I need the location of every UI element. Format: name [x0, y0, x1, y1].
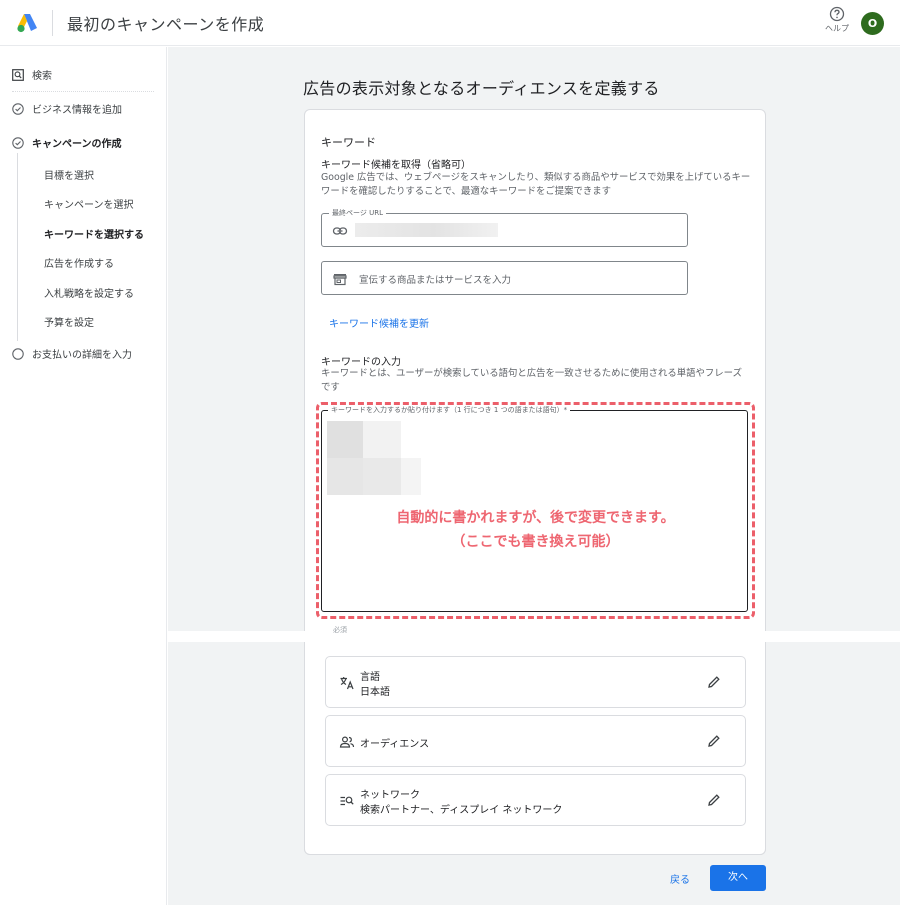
sidebar-substep[interactable]: キャンペーンを選択: [44, 196, 134, 211]
network-value: 検索パートナー、ディスプレイ ネットワーク: [360, 805, 563, 816]
sidebar-substep[interactable]: 目標を選択: [44, 167, 94, 182]
annotation-text: （ここでも書き換え可能）: [451, 534, 620, 550]
screenshot-seam: [168, 631, 900, 642]
pencil-icon[interactable]: [706, 792, 722, 808]
network-icon: [340, 796, 354, 806]
network-setting-row[interactable]: ネットワーク 検索パートナー、ディスプレイ ネットワーク: [325, 774, 746, 826]
check-circle-icon: [12, 102, 24, 115]
product-service-input[interactable]: 宣伝する商品またはサービスを入力: [321, 261, 688, 295]
translate-icon: [340, 677, 354, 690]
back-button[interactable]: 戻る: [670, 871, 690, 886]
network-label: ネットワーク: [360, 790, 420, 801]
pencil-icon[interactable]: [706, 674, 722, 690]
page-title: 最初のキャンペーンを作成: [67, 15, 265, 34]
help-icon: [829, 6, 845, 22]
audience-setting-row[interactable]: オーディエンス: [325, 715, 746, 767]
sidebar-step-label: ビジネス情報を追加: [32, 105, 122, 116]
help-label: ヘルプ: [825, 24, 849, 33]
sidebar-divider: [12, 91, 154, 92]
keywords-section-title: キーワード: [321, 136, 376, 149]
empty-circle-icon: [12, 347, 24, 360]
sidebar-substep[interactable]: 入札戦略を設定する: [44, 285, 134, 300]
final-url-field[interactable]: 最終ページ URL: [321, 208, 688, 247]
step-connector: [17, 153, 18, 341]
annotation-text: 自動的に書かれますが、後で変更できます。: [396, 510, 675, 526]
sidebar-search[interactable]: 検索: [12, 67, 52, 82]
product-service-placeholder: 宣伝する商品またはサービスを入力: [359, 275, 512, 286]
main-content: 広告の表示対象となるオーディエンスを定義する キーワード キーワード候補を取得（…: [168, 47, 900, 905]
search-icon: [12, 68, 24, 81]
settings-card: 必須 言語 日本語 オーディエンス ネットワーク 検索パートナー、ディスプレイ …: [304, 626, 766, 855]
storefront-icon: [333, 274, 347, 286]
avatar[interactable]: O: [861, 12, 884, 35]
sidebar-search-label: 検索: [32, 71, 52, 82]
google-ads-logo[interactable]: [16, 13, 38, 33]
keyword-suggest-description: Google 広告では、ウェブページをスキャンしたり、類似する商品やサービスで効…: [321, 172, 751, 197]
refresh-keyword-suggestions-link[interactable]: キーワード候補を更新: [329, 315, 429, 330]
language-label: 言語: [360, 672, 380, 683]
sidebar-substep[interactable]: 広告を作成する: [44, 255, 114, 270]
sidebar-substep-active[interactable]: キーワードを選択する: [44, 226, 144, 241]
sidebar-step-payment[interactable]: お支払いの詳細を入力: [12, 346, 132, 361]
keyword-input-title: キーワードの入力: [321, 357, 401, 368]
language-value: 日本語: [360, 687, 390, 698]
people-icon: [339, 736, 355, 748]
sidebar-substep[interactable]: 予算を設定: [44, 314, 94, 329]
sidebar-step-label: キャンペーンの作成: [32, 139, 122, 150]
keyword-input-description: キーワードとは、ユーザーが検索している語句と広告を一致させるために使用される単語…: [321, 368, 742, 393]
keyword-suggest-title: キーワード候補を取得（省略可）: [321, 160, 471, 171]
required-note: 必須: [333, 626, 347, 634]
page-heading: 広告の表示対象となるオーディエンスを定義する: [303, 79, 660, 98]
next-button[interactable]: 次へ: [710, 865, 766, 891]
sidebar: 検索 ビジネス情報を追加 キャンペーンの作成 目標を選択 キャンペーンを選択 キ…: [0, 47, 167, 905]
pencil-icon[interactable]: [706, 733, 722, 749]
link-icon: [332, 227, 348, 235]
language-setting-row[interactable]: 言語 日本語: [325, 656, 746, 708]
help-button[interactable]: ヘルプ: [820, 6, 854, 34]
sidebar-step-label: お支払いの詳細を入力: [32, 350, 132, 361]
final-url-value-redacted: [355, 223, 498, 237]
header-divider: [52, 10, 53, 36]
check-circle-icon: [12, 136, 24, 149]
sidebar-step-campaign[interactable]: キャンペーンの作成: [12, 135, 122, 150]
final-url-label: 最終ページ URL: [329, 208, 386, 218]
sidebar-step-business[interactable]: ビジネス情報を追加: [12, 101, 122, 116]
top-bar: 最初のキャンペーンを作成 ヘルプ O: [0, 0, 900, 46]
audience-label: オーディエンス: [360, 739, 430, 750]
